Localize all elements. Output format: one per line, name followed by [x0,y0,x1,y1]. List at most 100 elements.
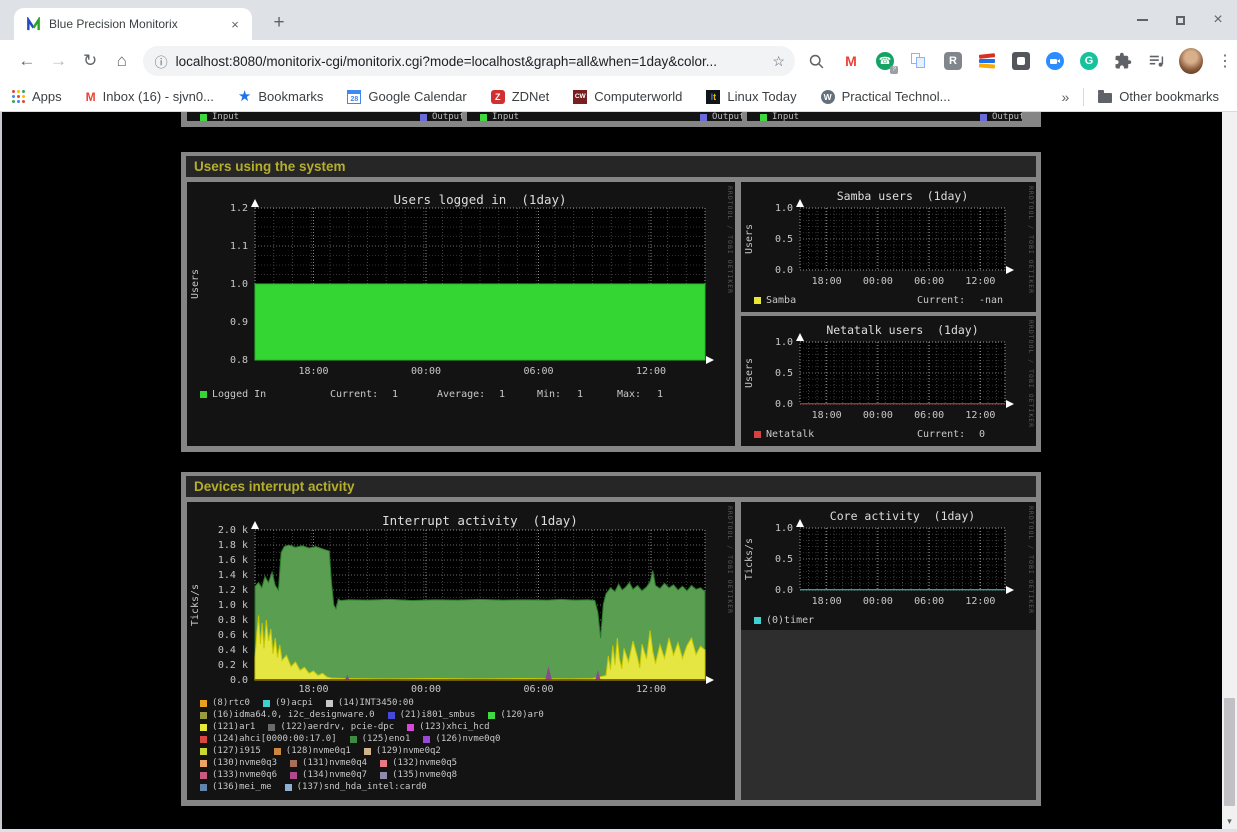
core-activity-graph[interactable]: Core activity (1day)Ticks/s1.00.50.018:0… [741,502,1036,630]
bookmark-label: Bookmarks [258,89,323,104]
y-tick-label: 0.0 [187,675,248,686]
search-icon[interactable] [805,49,829,73]
core-activity-panel[interactable]: Core activity (1day)Ticks/s1.00.50.018:0… [741,502,1036,800]
plot-area [255,530,705,680]
partial-graph-panel[interactable]: Input Output [467,112,742,121]
extensions-puzzle-icon[interactable] [1111,49,1135,73]
y-tick-label: 0.0 [741,265,793,276]
legend-swatch [200,724,207,731]
samba-users-graph[interactable]: Samba users (1day)Users1.00.50.018:0000:… [741,182,1036,312]
netatalk-users-graph[interactable]: Netatalk users (1day)Users1.00.50.018:00… [741,316,1036,446]
users-logged-in-graph[interactable]: Users logged in (1day)Users1.21.11.00.90… [187,182,735,446]
bookmark-bookmarks[interactable]: ★ Bookmarks [238,89,323,104]
legend-swatch [200,700,207,707]
apps-grid-icon [12,90,25,103]
bookmark-inbox[interactable]: M Inbox (16) - sjvn0... [86,89,214,104]
x-tick-label: 12:00 [960,276,1000,287]
interrupt-activity-graph[interactable]: Interrupt activity (1day)Ticks/s2.0 k1.8… [187,502,735,800]
legend-swatch [263,700,270,707]
profile-avatar[interactable] [1179,49,1203,73]
copy-pages-extension-icon[interactable] [907,49,931,73]
address-bar[interactable]: ⓘ localhost:8080/monitorix-cgi/monitorix… [143,46,795,76]
gmail-extension-icon[interactable]: M [839,49,863,73]
back-button[interactable]: ← [12,46,42,76]
legend-row: (130)nvme0q3(131)nvme0q4(132)nvme0q5 [200,758,470,768]
legend-label: Input [212,112,239,121]
folder-icon [1098,93,1112,103]
chrome-menu-icon[interactable]: ⋮ [1213,49,1237,73]
legend-swatch [388,712,395,719]
y-tick-label: 0.6 k [187,630,248,641]
legend-label: Output [992,112,1022,121]
partial-graph-panel[interactable]: Input Output [747,112,1022,121]
bookmark-star-icon[interactable]: ☆ [772,53,785,70]
x-tick-label: 18:00 [807,410,847,421]
legend-label: (127)i915 [212,746,261,756]
section-header: Users using the system [186,156,1036,177]
legend-row: Samba [754,295,796,306]
tab-strip: Blue Precision Monitorix × + × [0,0,1237,40]
scrollbar-thumb[interactable] [1224,698,1235,806]
y-tick-label: 0.9 [187,317,248,328]
bookmark-google-calendar[interactable]: 28 Google Calendar [347,89,466,104]
legend-row: (0)timer [754,615,814,626]
legend-label: (131)nvme0q4 [302,758,367,768]
legend-row: (133)nvme0q6(134)nvme0q7(135)nvme0q8 [200,770,470,780]
star-icon: ★ [238,90,251,103]
y-tick-label: 1.2 [187,203,248,214]
x-tick-label: 00:00 [406,684,446,695]
site-info-icon[interactable]: ⓘ [155,52,168,71]
rrdtool-credit: RRDTOOL / TOBI OETIKER [726,506,734,796]
output-swatch [980,114,987,121]
output-swatch [700,114,707,121]
window-minimize-button[interactable] [1135,13,1149,27]
bookmark-linux-today[interactable]: lt Linux Today [706,89,796,104]
y-tick-label: 1.2 k [187,585,248,596]
forward-button[interactable]: → [44,46,74,76]
legend-label: (135)nvme0q8 [392,770,457,780]
legend-label: Netatalk [766,429,814,440]
window-close-button[interactable]: × [1211,13,1225,27]
bookmark-apps[interactable]: Apps [12,89,62,104]
legend-swatch [200,748,207,755]
legend-row: (121)ar1(122)aerdrv, pcie-dpc(123)xhci_h… [200,722,503,732]
playlist-extension-icon[interactable] [1145,49,1169,73]
legend-row: Netatalk [754,429,814,440]
legend-row: (136)mei_me(137)snd_hda_intel:card0 [200,782,440,792]
browser-tab[interactable]: Blue Precision Monitorix × [14,8,252,40]
legend-label: (134)nvme0q7 [302,770,367,780]
window-maximize-button[interactable] [1173,13,1187,27]
plot-area [800,342,1005,404]
zoom-extension-icon[interactable] [1043,49,1067,73]
bookmark-zdnet[interactable]: Z ZDNet [491,89,550,104]
graph-title: Netatalk users (1day) [800,323,1005,337]
scrollbar-down-button[interactable]: ▾ [1222,814,1237,829]
other-bookmarks[interactable]: Other bookmarks [1098,89,1219,104]
legend-swatch [364,748,371,755]
bookmark-computerworld[interactable]: CW Computerworld [573,89,682,104]
phone-extension-icon[interactable]: ☎? [873,49,897,73]
tab-close-icon[interactable]: × [226,15,244,33]
legend-swatch [285,784,292,791]
graph-title: Interrupt activity (1day) [255,513,705,528]
bookmark-practical-technology[interactable]: W Practical Technol... [821,89,951,104]
grammarly-extension-icon[interactable]: G [1077,49,1101,73]
r-extension-icon[interactable]: R [941,49,965,73]
reload-button[interactable]: ↻ [75,46,105,76]
legend-row: (127)i915(128)nvme0q1(129)nvme0q2 [200,746,454,756]
partial-graph-panel[interactable]: Input Output [187,112,462,121]
books-extension-icon[interactable] [975,49,999,73]
x-tick-label: 12:00 [631,684,671,695]
home-button[interactable]: ⌂ [107,46,137,76]
bookmarks-overflow-icon[interactable]: » [1062,89,1070,105]
graph-title: Core activity (1day) [800,509,1005,523]
new-tab-button[interactable]: + [264,8,294,38]
legend-label: (125)eno1 [362,734,411,744]
legend-label: (8)rtc0 [212,698,250,708]
vertical-scrollbar[interactable]: ▾ [1222,112,1237,829]
stat-value: 1 [392,389,398,400]
keep-extension-icon[interactable] [1009,49,1033,73]
url-text[interactable]: localhost:8080/monitorix-cgi/monitorix.c… [176,54,767,69]
section-title: Users using the system [194,159,346,174]
legend-label: (121)ar1 [212,722,255,732]
